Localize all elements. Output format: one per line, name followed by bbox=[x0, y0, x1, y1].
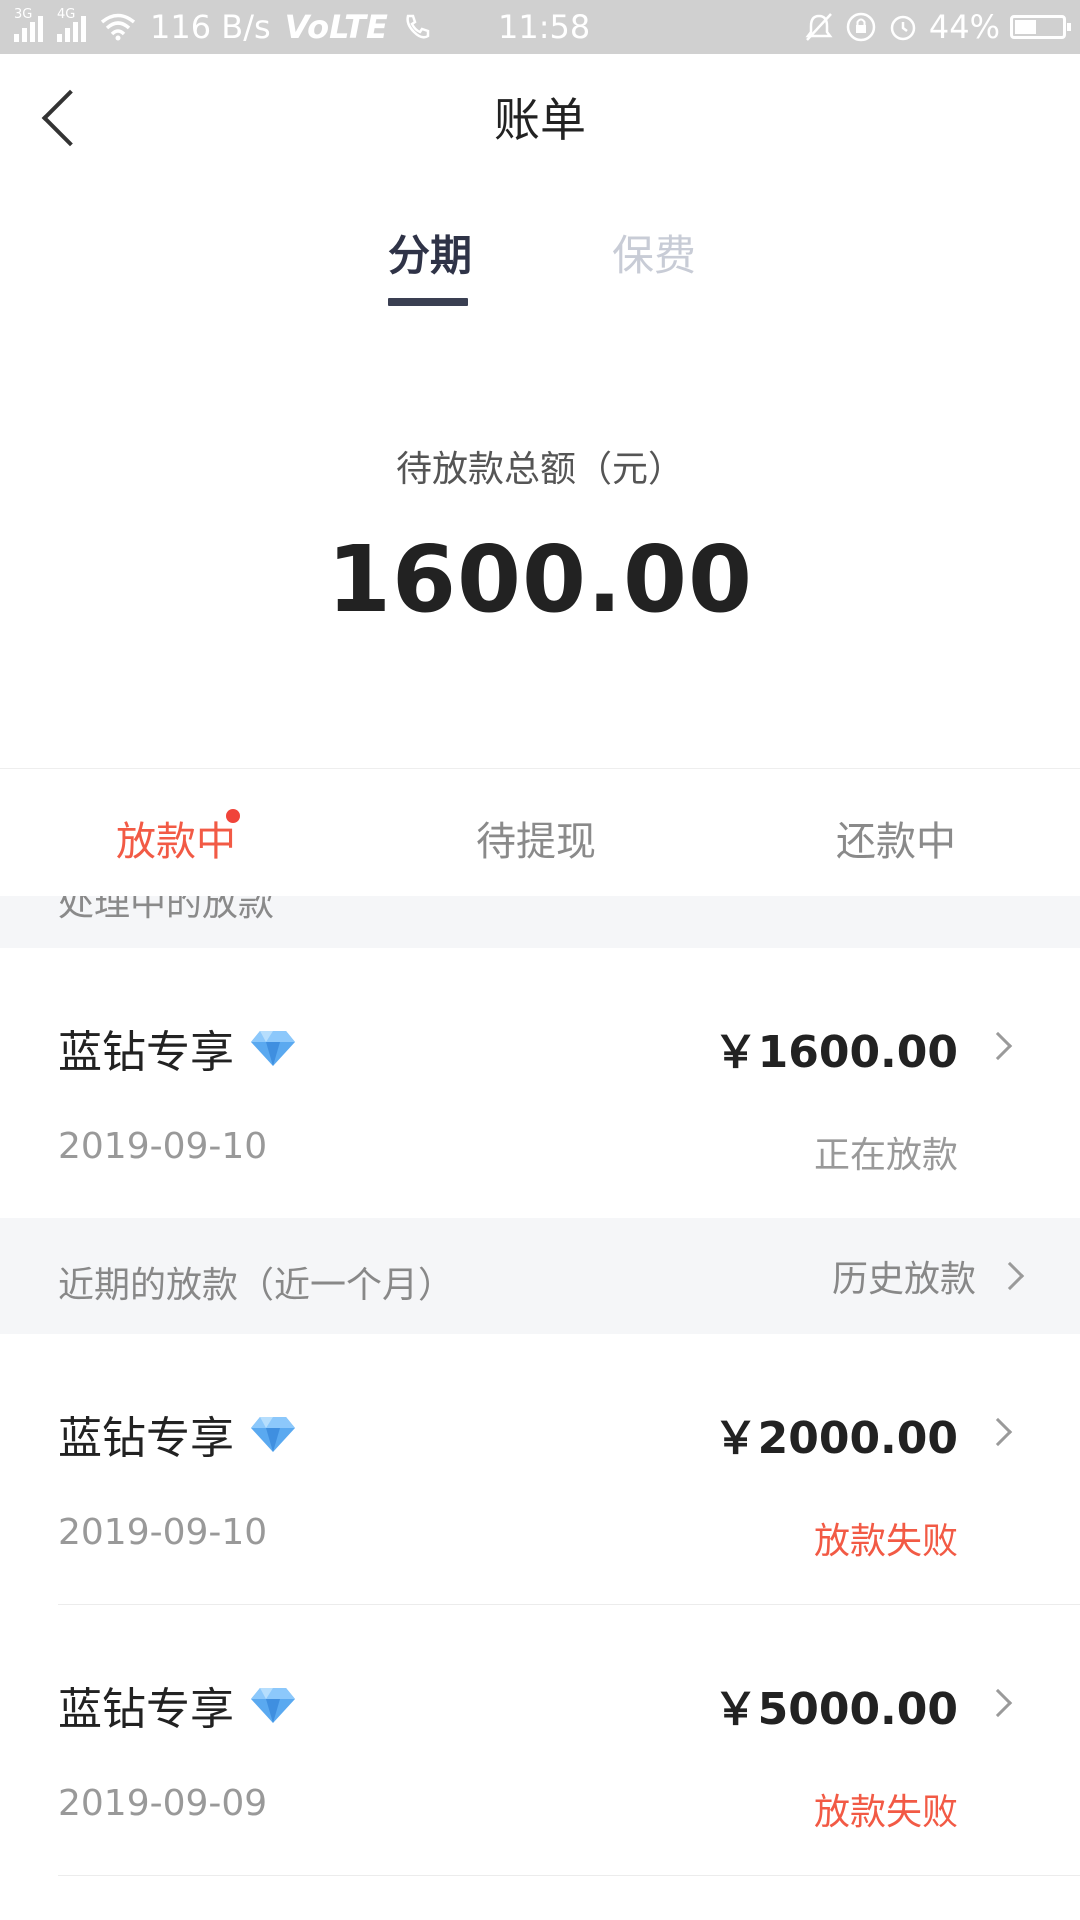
volte-label: VoLTE bbox=[284, 8, 388, 46]
rotation-lock-icon bbox=[846, 12, 876, 42]
status-left: 3G 4G 116 B/s VoLTE bbox=[14, 0, 432, 54]
battery-fill bbox=[1015, 20, 1036, 34]
section-header-recent: 近期的放款（近一个月） 历史放款 bbox=[0, 1218, 1080, 1334]
section-label-recent: 近期的放款（近一个月） bbox=[58, 1265, 455, 1306]
chevron-right-icon bbox=[983, 1031, 1013, 1061]
notification-badge bbox=[226, 809, 240, 823]
item-status: 正在放款 bbox=[813, 1135, 958, 1176]
diamond-icon bbox=[251, 1417, 295, 1452]
wifi-icon bbox=[100, 13, 136, 41]
sub-tab-bar: 放款中 待提现 还款中 bbox=[0, 768, 1080, 896]
status-time: 11:58 bbox=[498, 8, 591, 46]
item-name: 蓝钻专享 bbox=[58, 1027, 234, 1078]
subtab-repaying[interactable]: 还款中 bbox=[836, 809, 956, 867]
active-tab-indicator bbox=[388, 298, 468, 306]
item-amount: ￥5000.00 bbox=[713, 1684, 958, 1735]
item-date: 2019-09-10 bbox=[58, 1512, 268, 1553]
chevron-right-icon bbox=[983, 1688, 1013, 1718]
wifi-call-icon bbox=[406, 14, 430, 39]
item-name: 蓝钻专享 bbox=[58, 1684, 234, 1735]
history-link-label: 历史放款 bbox=[831, 1259, 976, 1300]
section-header-processing: 处理中的放款 bbox=[0, 896, 1080, 948]
summary-label: 待放款总额（元） bbox=[395, 449, 684, 490]
status-right: 44% bbox=[803, 0, 1071, 54]
item-amount: ￥2000.00 bbox=[713, 1413, 958, 1464]
alarm-icon bbox=[890, 15, 916, 41]
chevron-right-icon bbox=[995, 1261, 1025, 1291]
item-name: 蓝钻专享 bbox=[58, 1413, 234, 1464]
tab-premium[interactable]: 保费 bbox=[612, 222, 696, 283]
signal-3g-label: 3G bbox=[14, 7, 33, 22]
battery-icon bbox=[1010, 15, 1071, 39]
item-name-wrap: 蓝钻专享 bbox=[58, 1016, 296, 1080]
list-item[interactable]: 蓝钻专享 ￥5000.00 2019-09-09 放款失败 bbox=[0, 1605, 1080, 1875]
list-item[interactable]: 蓝钻专享 ￥2000.00 2019-09-10 放款失败 bbox=[0, 1334, 1080, 1604]
diamond-icon bbox=[251, 1688, 295, 1723]
row-divider bbox=[58, 1875, 1080, 1876]
subtab-pending-withdraw[interactable]: 待提现 bbox=[476, 809, 596, 867]
subtab-lending[interactable]: 放款中 bbox=[116, 809, 236, 867]
item-date: 2019-09-10 bbox=[58, 1126, 268, 1167]
item-name-wrap: 蓝钻专享 bbox=[58, 1402, 296, 1466]
chevron-right-icon bbox=[983, 1417, 1013, 1447]
summary-amount: 1600.00 bbox=[326, 526, 754, 633]
mute-vibrate-icon bbox=[805, 13, 833, 41]
item-date: 2019-09-09 bbox=[58, 1783, 268, 1824]
item-status: 放款失败 bbox=[813, 1521, 958, 1562]
signal-3g-icon: 3G bbox=[14, 8, 43, 42]
item-name-wrap: 蓝钻专享 bbox=[58, 1673, 296, 1737]
item-amount: ￥1600.00 bbox=[713, 1027, 958, 1078]
tab-installment[interactable]: 分期 bbox=[388, 222, 472, 283]
network-speed: 116 B/s bbox=[150, 8, 271, 46]
signal-4g-label: 4G bbox=[57, 7, 76, 22]
header: 账单 bbox=[0, 54, 1080, 182]
battery-percent: 44% bbox=[928, 8, 1000, 46]
diamond-icon bbox=[251, 1031, 295, 1066]
status-bar: 3G 4G 116 B/s VoLTE 11:58 44% bbox=[0, 0, 1080, 54]
page-title: 账单 bbox=[494, 93, 586, 147]
signal-4g-icon: 4G bbox=[57, 8, 86, 42]
section-label-processing: 处理中的放款 bbox=[58, 896, 275, 924]
history-link[interactable]: 历史放款 bbox=[831, 1248, 1025, 1304]
list-item[interactable]: 蓝钻专享 ￥1600.00 2019-09-10 正在放款 bbox=[0, 948, 1080, 1218]
item-status: 放款失败 bbox=[813, 1792, 958, 1833]
